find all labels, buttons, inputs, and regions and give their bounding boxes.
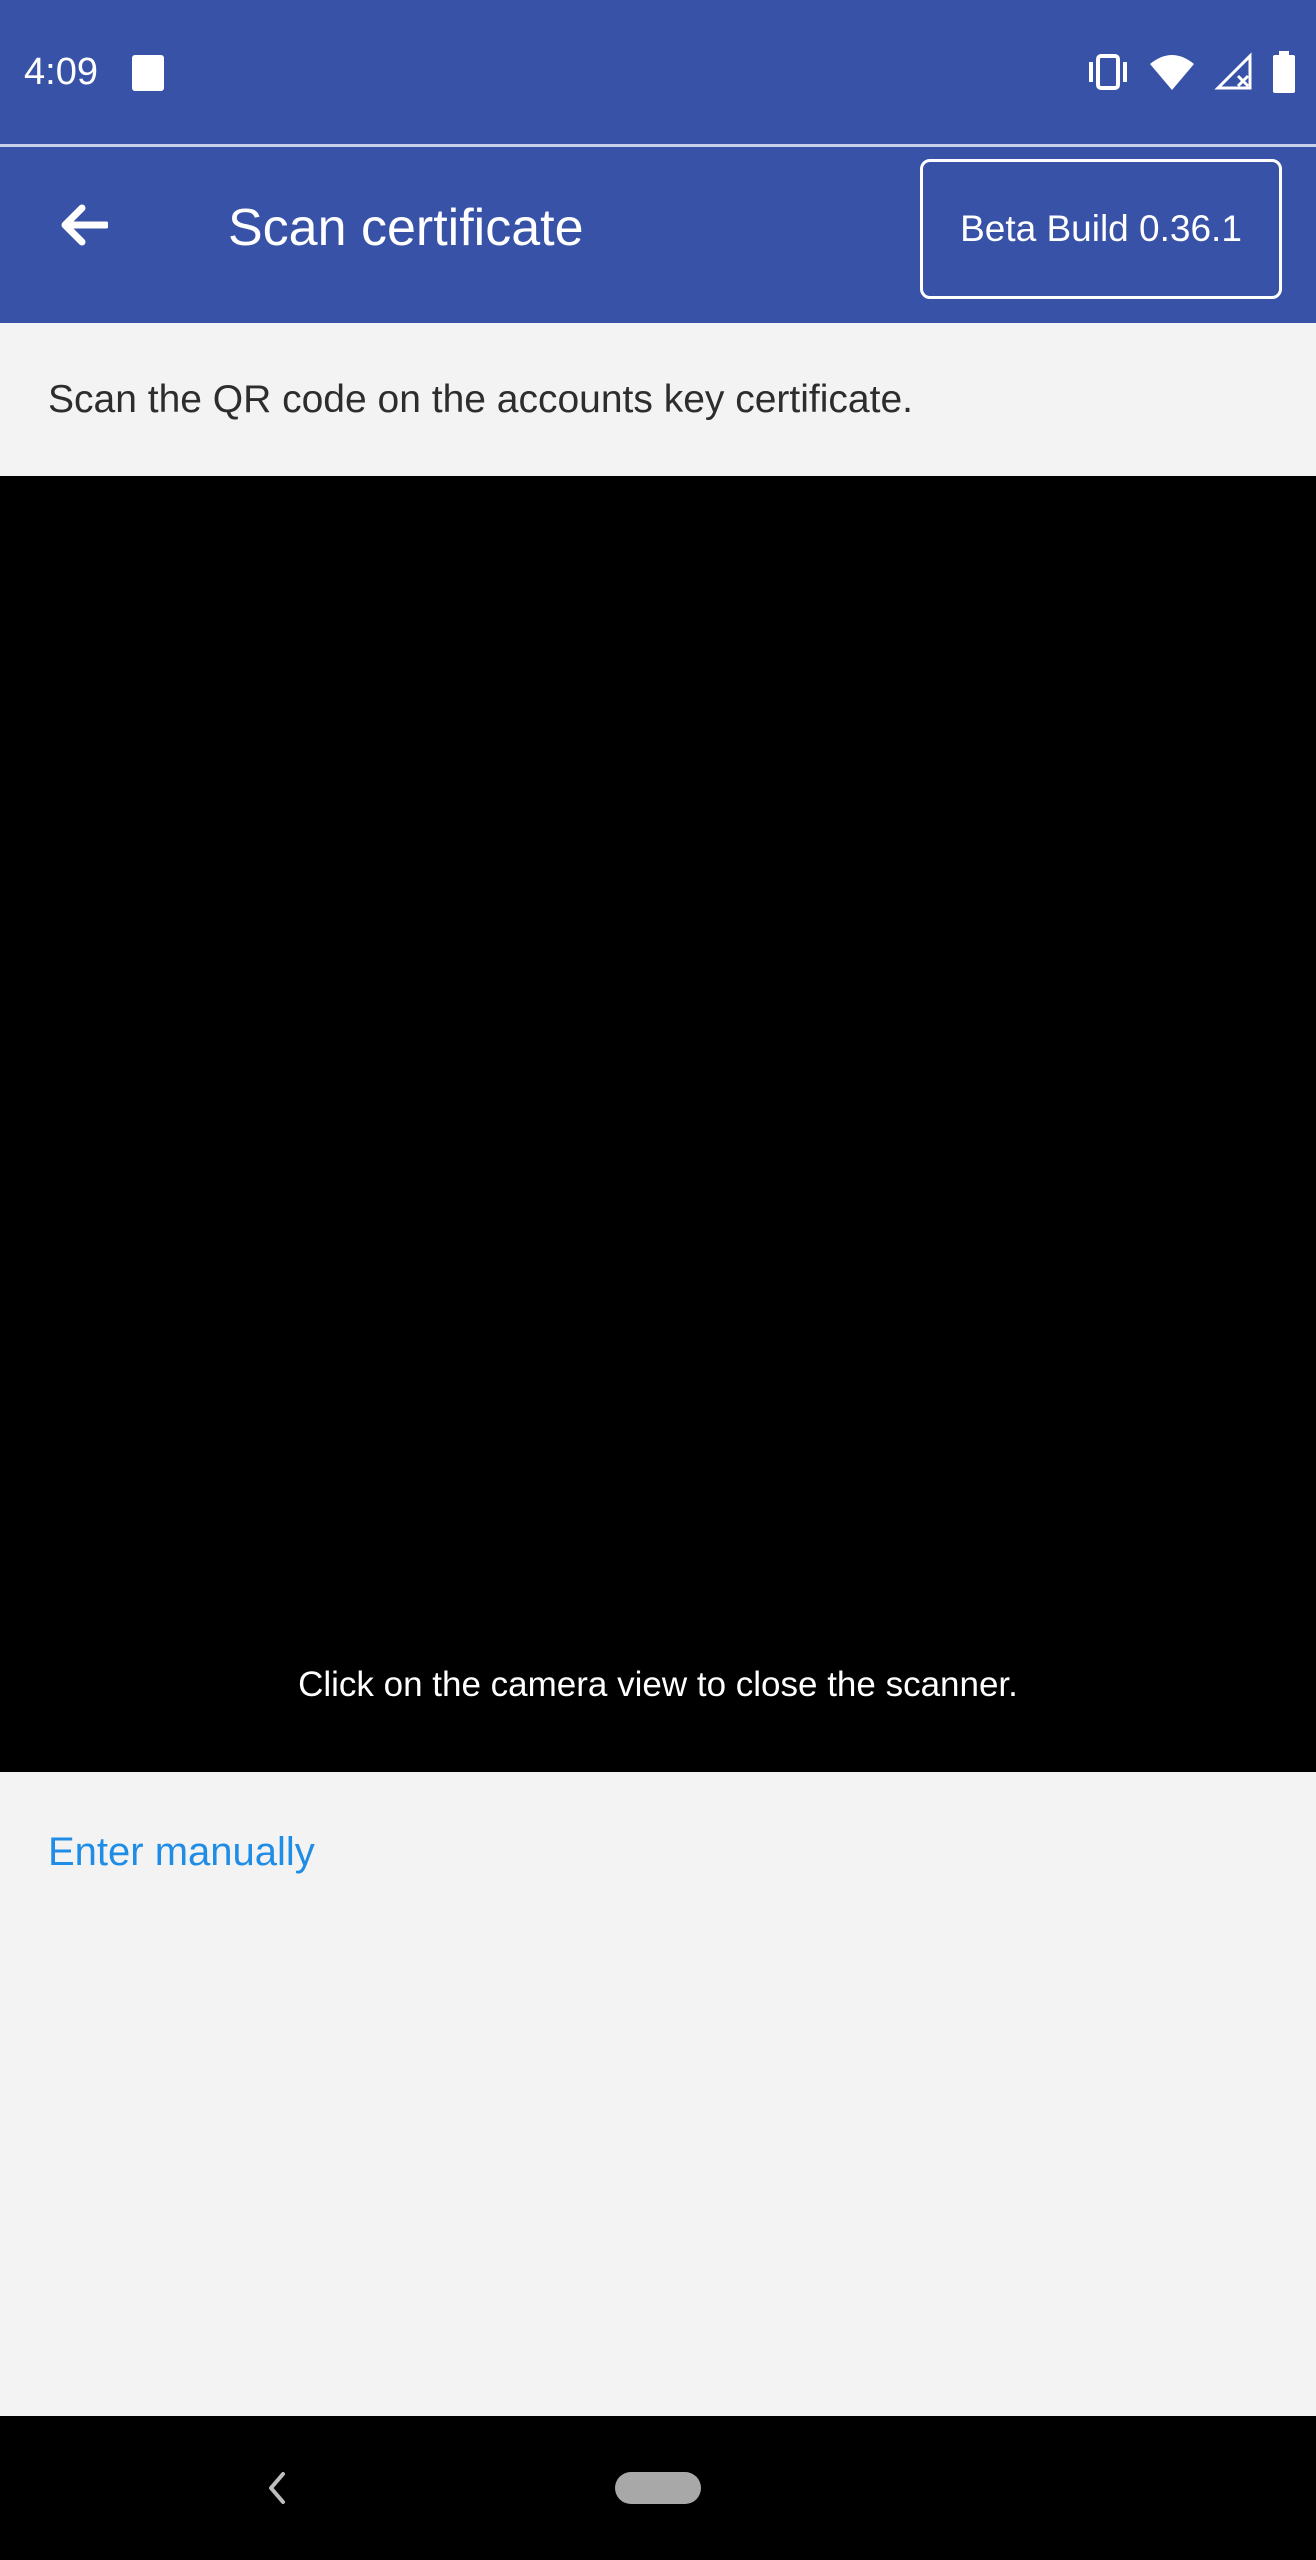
page-title: Scan certificate: [228, 199, 584, 257]
arrow-left-icon: [60, 204, 110, 251]
app-bar: Scan certificate Beta Build 0.36.1: [0, 147, 1316, 323]
wifi-icon: [1148, 52, 1196, 92]
status-time: 4:09: [24, 51, 98, 93]
back-button[interactable]: [44, 187, 124, 267]
camera-view[interactable]: Click on the camera view to close the sc…: [0, 476, 1316, 1772]
beta-build-button[interactable]: Beta Build 0.36.1: [920, 159, 1282, 299]
no-signal-icon: [1214, 52, 1254, 92]
enter-manually-link[interactable]: Enter manually: [48, 1824, 315, 1880]
nav-back-icon[interactable]: [244, 2456, 308, 2520]
battery-icon: [1272, 51, 1296, 93]
nav-home-pill[interactable]: [615, 2472, 701, 2504]
status-bar: 4:09: [0, 0, 1316, 144]
vibrate-icon: [1086, 52, 1130, 92]
notification-square-icon: [132, 55, 164, 91]
camera-hint: Click on the camera view to close the sc…: [298, 1665, 1018, 1704]
scan-instruction: Scan the QR code on the accounts key cer…: [48, 378, 913, 421]
system-nav-bar: [0, 2416, 1316, 2560]
status-icons: [1086, 46, 1296, 98]
